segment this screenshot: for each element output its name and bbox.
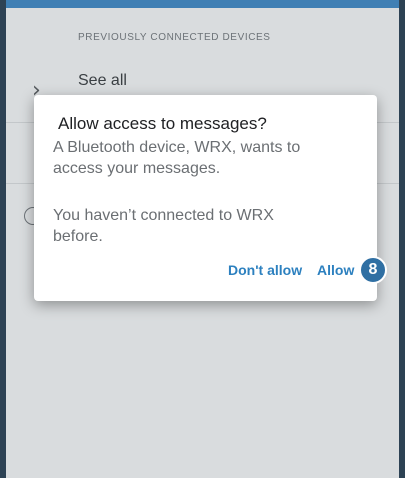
dont-allow-button[interactable]: Don't allow [228, 262, 302, 278]
dialog-title: Allow access to messages? [58, 114, 267, 133]
dialog-message: A Bluetooth device, WRX, wants to access… [53, 139, 301, 177]
top-app-bar-edge [6, 0, 399, 8]
step-number-badge: 8 [359, 256, 387, 284]
permission-dialog: Allow access to messages? A Bluetooth de… [34, 95, 377, 301]
allow-button[interactable]: Allow [317, 262, 354, 278]
dialog-message-secondary: You haven’t connected to WRX before. [53, 207, 274, 245]
section-header-previously-connected: PREVIOUSLY CONNECTED DEVICES [78, 32, 271, 43]
see-all-label: See all [78, 72, 127, 89]
